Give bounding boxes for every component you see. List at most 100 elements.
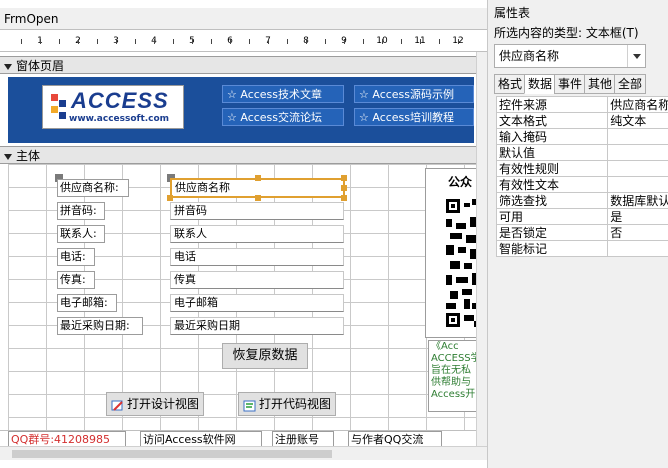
property-row[interactable]: 可用是 — [495, 208, 668, 225]
visit-site-link[interactable]: 访问Access软件网 — [140, 431, 262, 446]
access-logo: ACCESS www.accessoft.com — [42, 85, 184, 129]
link-access-source[interactable]: ☆ Access源码示例 — [354, 85, 474, 103]
ruler-tick — [401, 39, 402, 44]
selection-type-label: 所选内容的类型: 文本框(T) — [494, 26, 639, 40]
form-designer: FrmOpen 1 2 3 4 5 6 7 8 9 10 11 12 窗体页眉 … — [0, 0, 488, 468]
resize-handle[interactable] — [167, 195, 173, 201]
property-value[interactable] — [607, 240, 668, 257]
label-supplier-name[interactable]: 供应商名称: — [57, 179, 129, 197]
tab-data[interactable]: 数据 — [524, 74, 557, 94]
ruler-tick — [116, 39, 117, 44]
ruler-tick — [211, 39, 212, 44]
scroll-thumb[interactable] — [12, 450, 332, 458]
ruler-tick — [325, 39, 326, 44]
property-value[interactable]: 数据库默认 — [607, 192, 668, 209]
resize-handle[interactable] — [341, 195, 347, 201]
design-view-label: 打开设计视图 — [126, 397, 199, 411]
ruler-tick — [287, 39, 288, 44]
logo-square-icon — [51, 94, 58, 101]
link-access-training[interactable]: ☆ Access培训教程 — [354, 108, 474, 126]
ruler-tick — [458, 39, 459, 44]
code-view-icon — [243, 398, 257, 412]
link-access-articles[interactable]: ☆ Access技术文章 — [222, 85, 344, 103]
logo-url: www.accessoft.com — [69, 114, 170, 124]
ruler-tick — [173, 39, 174, 44]
property-value[interactable] — [607, 144, 668, 161]
property-value[interactable] — [607, 160, 668, 177]
ruler-tick — [249, 39, 250, 44]
property-row[interactable]: 有效性文本 — [495, 176, 668, 193]
property-value[interactable]: 是 — [607, 208, 668, 225]
ruler-tick — [154, 39, 155, 44]
property-row[interactable]: 控件来源 供应商名称 — [495, 96, 668, 113]
tab-event[interactable]: 事件 — [554, 74, 587, 94]
textbox-last-purchase-date[interactable]: 最近采购日期 — [170, 317, 344, 335]
qq-group-label[interactable]: QQ群号:41208985 — [8, 431, 126, 446]
property-value[interactable]: 供应商名称 — [607, 96, 668, 113]
selected-object-value: 供应商名称 — [499, 49, 560, 63]
property-value[interactable] — [607, 128, 668, 145]
label-last-purchase-date[interactable]: 最近采购日期: — [57, 317, 143, 335]
object-selector[interactable]: 供应商名称 — [494, 44, 646, 68]
resize-handle[interactable] — [255, 175, 261, 181]
property-row[interactable]: 文本格式 纯文本 — [495, 112, 668, 129]
textbox-pinyin[interactable]: 拼音码 — [170, 202, 344, 220]
property-row[interactable]: 是否锁定否 — [495, 224, 668, 241]
textbox-fax[interactable]: 传真 — [170, 271, 344, 289]
section-collapse-icon — [4, 63, 12, 70]
detail-section-bar[interactable]: 主体 — [0, 146, 480, 164]
property-row[interactable]: 筛选查找 数据库默认 — [495, 192, 668, 209]
label-pinyin[interactable]: 拼音码: — [57, 202, 105, 220]
chevron-down-icon[interactable] — [627, 45, 645, 67]
open-design-view-button[interactable]: 打开设计视图 — [106, 392, 204, 416]
property-sheet: 属性表 所选内容的类型: 文本框(T) 供应商名称 格式 数据 事件 其他 全部… — [490, 0, 668, 468]
tab-other[interactable]: 其他 — [584, 74, 617, 94]
horizontal-ruler: 1 2 3 4 5 6 7 8 9 10 11 12 — [0, 34, 487, 52]
label-fax[interactable]: 传真: — [57, 271, 95, 289]
resize-handle[interactable] — [341, 175, 347, 181]
tab-format[interactable]: 格式 — [494, 74, 527, 94]
property-row[interactable]: 有效性规则 — [495, 160, 668, 177]
property-row[interactable]: 输入掩码 — [495, 128, 668, 145]
qr-code-icon — [446, 199, 478, 327]
property-name: 默认值 — [495, 144, 609, 161]
logo-square-icon — [59, 100, 66, 107]
label-phone[interactable]: 电话: — [57, 248, 95, 266]
form-footer-strip: QQ群号:41208985 访问Access软件网 注册账号 与作者QQ交流 — [0, 430, 480, 446]
form-header-section-bar[interactable]: 窗体页眉 — [0, 56, 480, 74]
open-code-view-button[interactable]: 打开代码视图 — [238, 392, 336, 416]
property-value[interactable] — [607, 176, 668, 193]
ruler-tick — [192, 39, 193, 44]
textbox-email[interactable]: 电子邮箱 — [170, 294, 344, 312]
property-value[interactable]: 纯文本 — [607, 112, 668, 129]
ruler-tick — [97, 39, 98, 44]
ruler-tick — [40, 39, 41, 44]
property-row[interactable]: 默认值 — [495, 144, 668, 161]
property-name: 控件来源 — [495, 96, 609, 113]
property-name: 有效性文本 — [495, 176, 609, 193]
link-access-forum[interactable]: ☆ Access交流论坛 — [222, 108, 344, 126]
vertical-scrollbar[interactable] — [476, 52, 487, 446]
contact-author-link[interactable]: 与作者QQ交流 — [348, 431, 442, 446]
horizontal-scrollbar[interactable] — [0, 446, 487, 460]
property-grid: 控件来源 供应商名称 文本格式 纯文本 输入掩码 默认值 有效性规则 有效性文本 筛… — [495, 96, 668, 257]
property-name: 有效性规则 — [495, 160, 609, 177]
form-header-section-label: 窗体页眉 — [16, 59, 65, 73]
textbox-phone[interactable]: 电话 — [170, 248, 344, 266]
tab-all[interactable]: 全部 — [614, 74, 647, 94]
label-contact[interactable]: 联系人: — [57, 225, 105, 243]
restore-data-button[interactable]: 恢复原数据 — [222, 343, 308, 369]
property-row[interactable]: 智能标记 — [495, 240, 668, 257]
register-link[interactable]: 注册账号 — [272, 431, 334, 446]
ruler-tick — [230, 39, 231, 44]
ruler-tick — [439, 39, 440, 44]
textbox-contact[interactable]: 联系人 — [170, 225, 344, 243]
resize-handle[interactable] — [341, 185, 347, 191]
property-value[interactable]: 否 — [607, 224, 668, 241]
property-sheet-title: 属性表 — [494, 6, 531, 20]
property-name: 可用 — [495, 208, 609, 225]
property-name: 智能标记 — [495, 240, 609, 257]
form-tab-title[interactable]: FrmOpen — [0, 8, 487, 30]
resize-handle[interactable] — [255, 195, 261, 201]
label-email[interactable]: 电子邮箱: — [57, 294, 117, 312]
